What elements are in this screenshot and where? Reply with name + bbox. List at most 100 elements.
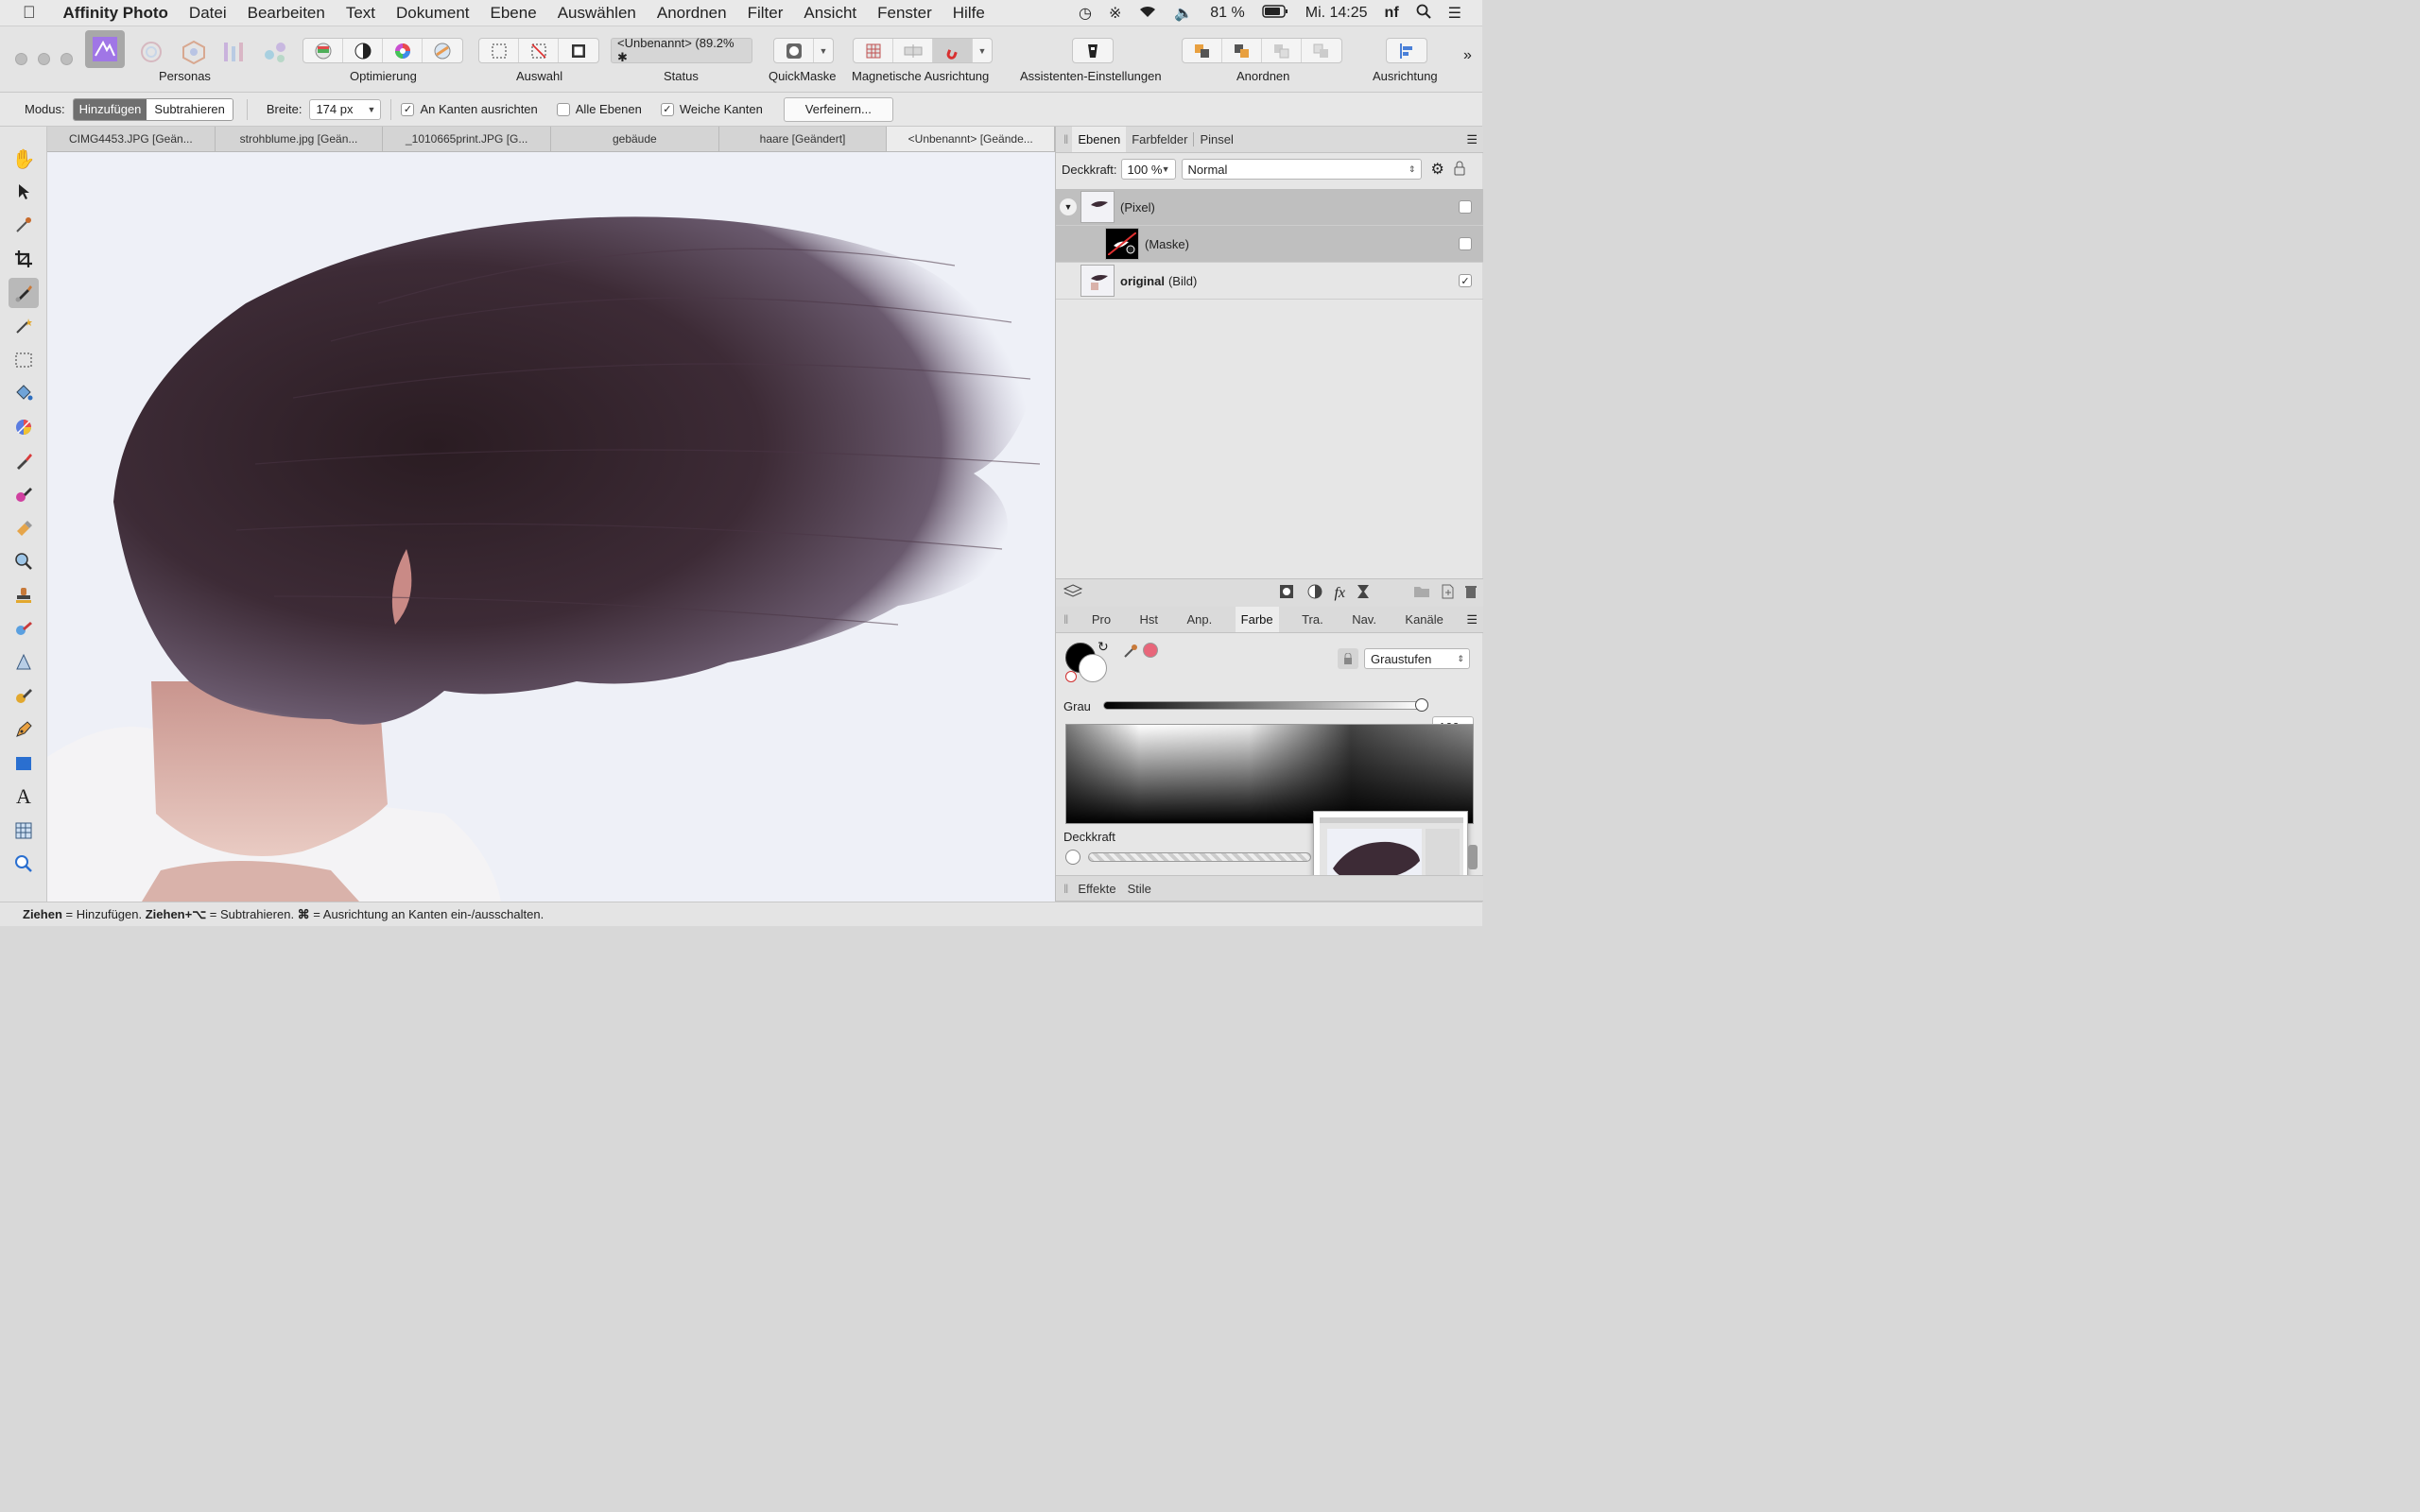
menu-auswaehlen[interactable]: Auswählen: [547, 4, 647, 23]
rectangle-tool-icon[interactable]: [9, 748, 39, 779]
tab-document-1[interactable]: CIMG4453.JPG [Geän...: [47, 127, 216, 151]
secondary-color-swatch[interactable]: [1079, 654, 1107, 682]
menu-ebene[interactable]: Ebene: [480, 4, 547, 23]
tab-farbfelder[interactable]: Farbfelder: [1126, 132, 1193, 146]
minimize-window-button[interactable]: [38, 53, 50, 65]
trash-icon[interactable]: [1464, 584, 1478, 602]
tab-farbe[interactable]: Farbe: [1235, 607, 1279, 632]
tab-effekte[interactable]: Effekte: [1072, 882, 1121, 896]
move-to-back-button[interactable]: [1183, 39, 1222, 62]
menu-filter[interactable]: Filter: [737, 4, 794, 23]
swap-colors-icon[interactable]: ↻: [1098, 639, 1109, 655]
layer-opacity-field[interactable]: 100 % ▼: [1120, 159, 1176, 180]
layer-row-original[interactable]: original (Bild) ✓: [1056, 263, 1483, 300]
refine-button[interactable]: Verfeinern...: [783, 96, 893, 122]
menu-hilfe[interactable]: Hilfe: [942, 4, 995, 23]
eyedropper-icon[interactable]: [1122, 643, 1139, 662]
adjustment-icon[interactable]: [1307, 584, 1322, 602]
layers-stack-icon[interactable]: [1063, 583, 1083, 603]
align-button[interactable]: [1387, 39, 1426, 62]
paint-brush-tool-icon[interactable]: [9, 446, 39, 476]
snap-grid-button[interactable]: [854, 39, 893, 62]
zoom-window-button[interactable]: [60, 53, 73, 65]
gray-spectrum[interactable]: [1065, 724, 1474, 824]
soft-edges-checkbox[interactable]: ✓: [660, 102, 674, 116]
bluetooth-icon[interactable]: ※: [1100, 4, 1130, 23]
user-name[interactable]: nf: [1376, 5, 1408, 22]
pen-tool-icon[interactable]: [9, 714, 39, 745]
quickmask-dropdown[interactable]: ▼: [814, 39, 833, 62]
tab-document-4[interactable]: gebäude: [551, 127, 719, 151]
menu-dokument[interactable]: Dokument: [386, 4, 479, 23]
group-folder-icon[interactable]: [1413, 585, 1430, 601]
toolbar-overflow-icon[interactable]: »: [1463, 47, 1472, 64]
liquify-persona-icon[interactable]: [137, 40, 165, 67]
tab-document-5[interactable]: haare [Geändert]: [719, 127, 888, 151]
selection-brush-tool-icon[interactable]: [9, 278, 39, 308]
notification-center-icon[interactable]: ☰: [1440, 4, 1482, 23]
tab-nav[interactable]: Nav.: [1346, 612, 1382, 627]
menu-bearbeiten[interactable]: Bearbeiten: [237, 4, 336, 23]
new-layer-icon[interactable]: [1440, 584, 1455, 602]
tab-tra[interactable]: Tra.: [1296, 612, 1329, 627]
move-to-front-button[interactable]: [1302, 39, 1341, 62]
color-picker-tool-icon[interactable]: [9, 210, 39, 240]
hand-tool-icon[interactable]: ✋: [9, 144, 39, 174]
menu-datei[interactable]: Datei: [179, 4, 237, 23]
blend-mode-select[interactable]: Normal ⇕: [1181, 159, 1422, 180]
gear-icon[interactable]: ⚙: [1431, 160, 1444, 179]
all-layers-checkbox[interactable]: [556, 102, 570, 116]
move-forward-one-button[interactable]: [1262, 39, 1302, 62]
apple-icon[interactable]: : [0, 3, 53, 23]
clone-stamp-tool-icon[interactable]: [9, 580, 39, 610]
document-canvas[interactable]: [47, 152, 1055, 902]
flood-fill-tool-icon[interactable]: [9, 378, 39, 408]
invert-selection-button[interactable]: [559, 39, 598, 62]
panel-grip-icon[interactable]: ‖: [1063, 132, 1068, 146]
menu-text[interactable]: Text: [336, 4, 386, 23]
app-name[interactable]: Affinity Photo: [53, 4, 179, 23]
gradient-tool-icon[interactable]: [9, 412, 39, 442]
wifi-icon[interactable]: [1130, 5, 1166, 23]
tone-mapping-persona-icon[interactable]: [221, 40, 250, 67]
snapping-toggle-button[interactable]: [933, 39, 973, 62]
auto-contrast-button[interactable]: [343, 39, 383, 62]
spotlight-search-icon[interactable]: [1408, 4, 1440, 24]
panel-grip-icon[interactable]: ‖: [1063, 882, 1068, 896]
pixel-brush-tool-icon[interactable]: [9, 479, 39, 509]
layer-row-pixel[interactable]: ▼ (Pixel): [1056, 189, 1483, 226]
color-lock-icon[interactable]: [1338, 648, 1358, 669]
develop-persona-icon[interactable]: [180, 40, 208, 67]
tab-document-2[interactable]: strohblume.jpg [Geän...: [216, 127, 384, 151]
deselect-button[interactable]: [519, 39, 559, 62]
auto-levels-button[interactable]: [303, 39, 343, 62]
marquee-tool-icon[interactable]: [9, 345, 39, 375]
panel-grip-icon[interactable]: ‖: [1063, 612, 1068, 627]
no-color-icon[interactable]: [1065, 671, 1077, 682]
tab-pinsel[interactable]: Pinsel: [1193, 132, 1238, 146]
panel-menu-icon[interactable]: ☰: [1466, 132, 1478, 147]
disclosure-triangle-icon[interactable]: ▼: [1060, 198, 1077, 215]
time-machine-icon[interactable]: ◷: [1070, 4, 1100, 23]
auto-colors-button[interactable]: [383, 39, 423, 62]
add-mask-icon[interactable]: [1279, 584, 1294, 602]
gray-slider[interactable]: [1103, 701, 1421, 710]
color-model-select[interactable]: Graustufen ⇕: [1364, 648, 1470, 669]
text-tool-icon[interactable]: A: [9, 782, 39, 812]
photo-persona-button[interactable]: [85, 30, 125, 68]
fx-icon[interactable]: fx: [1334, 585, 1345, 602]
mesh-warp-tool-icon[interactable]: [9, 816, 39, 846]
width-field[interactable]: 174 px ▼: [309, 98, 382, 120]
close-window-button[interactable]: [15, 53, 27, 65]
select-all-button[interactable]: [479, 39, 519, 62]
volume-icon[interactable]: 🔈: [1166, 4, 1201, 23]
mode-subtract-button[interactable]: Subtrahieren: [147, 98, 233, 120]
lock-icon[interactable]: [1454, 161, 1465, 179]
mode-add-button[interactable]: Hinzufügen: [73, 98, 147, 120]
menu-fenster[interactable]: Fenster: [867, 4, 942, 23]
layer-visibility-checkbox[interactable]: [1459, 237, 1472, 250]
layer-visibility-checkbox[interactable]: [1459, 200, 1472, 214]
tab-stile[interactable]: Stile: [1122, 882, 1157, 896]
picked-color-swatch[interactable]: [1143, 643, 1158, 658]
tab-document-6[interactable]: <Unbenannt> [Geände...: [887, 127, 1056, 151]
